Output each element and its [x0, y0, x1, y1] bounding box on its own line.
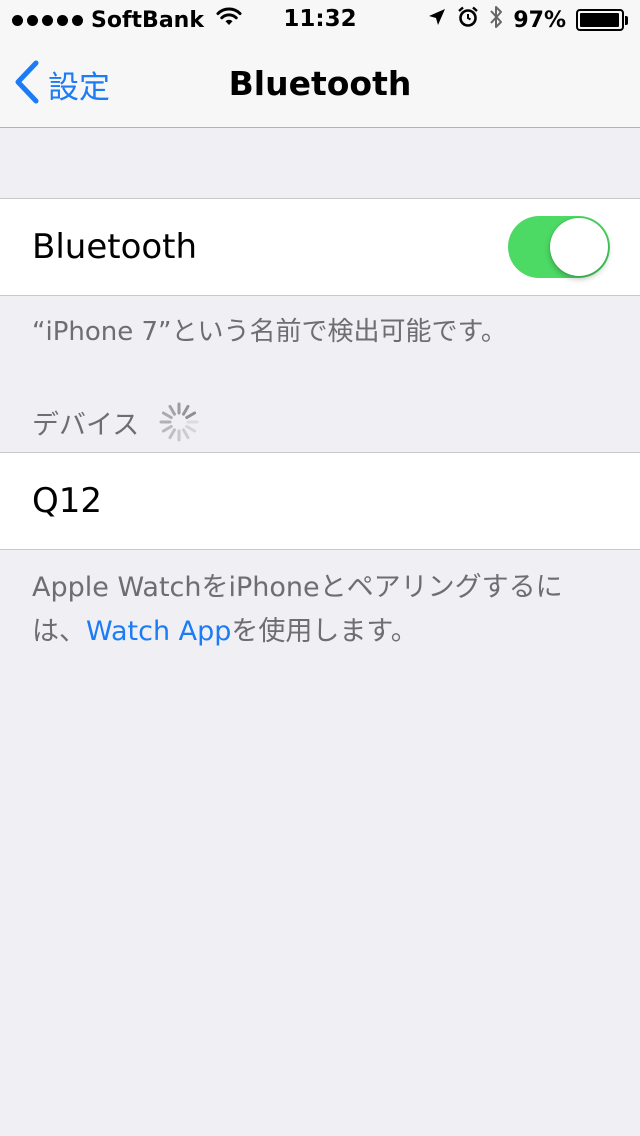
navigation-bar: 設定 Bluetooth: [0, 40, 640, 128]
switch-knob: [550, 218, 608, 276]
device-name: Q12: [32, 481, 103, 521]
spinner-spoke: [182, 404, 190, 416]
location-arrow-icon: [427, 7, 447, 33]
spinner-spoke: [162, 425, 173, 433]
spinner-spoke: [185, 425, 197, 433]
spinner-spoke: [168, 404, 177, 416]
discoverable-note: “iPhone 7”という名前で検出可能です。: [32, 317, 507, 347]
status-bar: SoftBank 11:32 97%: [0, 0, 640, 40]
activity-spinner-icon: [159, 402, 199, 442]
spinner-spoke: [168, 428, 177, 440]
screen: SoftBank 11:32 97% 設定 Bluetooth Bluetoot…: [0, 0, 640, 1136]
devices-section-header: デバイス: [32, 400, 199, 444]
battery-icon: [576, 9, 628, 31]
spinner-spoke: [162, 411, 173, 419]
spinner-spoke: [182, 428, 190, 440]
bluetooth-toggle-row: Bluetooth: [0, 198, 640, 296]
watch-note-line2: は、Watch Appを使用します。: [32, 610, 610, 654]
alarm-icon: [457, 6, 479, 34]
bluetooth-toggle-label: Bluetooth: [32, 227, 198, 267]
watch-note-suffix: を使用します。: [231, 616, 418, 647]
devices-header-label: デバイス: [32, 409, 140, 441]
spinner-spoke: [185, 411, 197, 419]
watch-note-line1: Apple WatchをiPhoneとペアリングするに: [32, 572, 563, 603]
bluetooth-switch[interactable]: [508, 216, 610, 278]
status-right: 97%: [427, 6, 628, 34]
battery-percent: 97%: [513, 7, 566, 33]
device-row-q12[interactable]: Q12: [0, 452, 640, 550]
bluetooth-icon: [489, 5, 503, 35]
watch-pairing-note: Apple WatchをiPhoneとペアリングするに は、Watch Appを…: [32, 566, 610, 654]
page-title: Bluetooth: [228, 64, 412, 103]
watch-note-prefix: は、: [32, 616, 86, 647]
watch-app-link[interactable]: Watch App: [86, 616, 231, 647]
